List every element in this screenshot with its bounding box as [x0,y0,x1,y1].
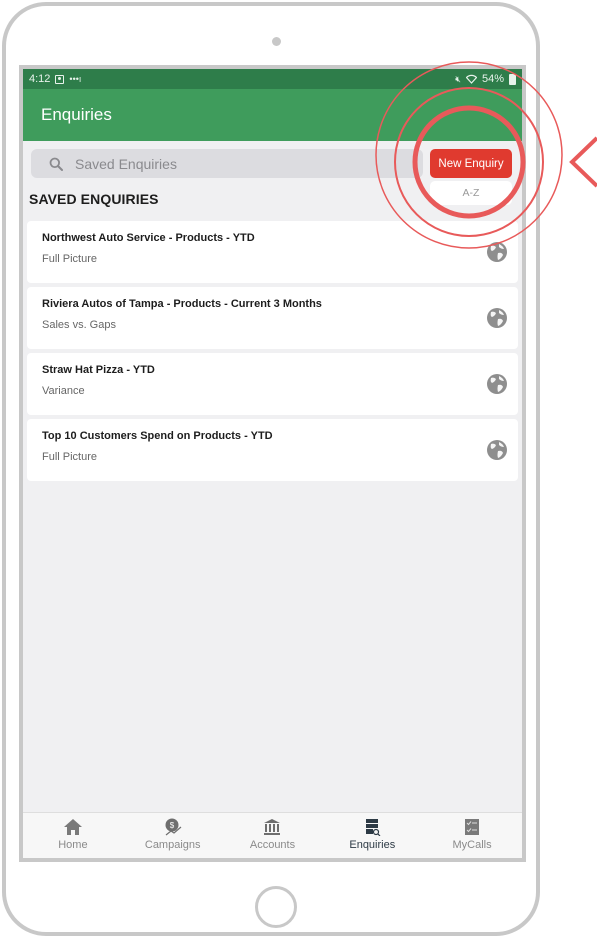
enquiries-icon [366,819,381,836]
notification-icon [55,74,65,84]
camera-dot [272,37,281,46]
item-subtitle: Variance [42,385,85,397]
tab-enquiries[interactable]: Enquiries [322,813,422,858]
item-subtitle: Full Picture [42,253,98,265]
item-title: Northwest Auto Service - Products - YTD [42,232,255,244]
list-item[interactable]: Top 10 Customers Spend on Products - YTD… [27,419,518,481]
item-title: Top 10 Customers Spend on Products - YTD [42,430,273,442]
battery-icon [509,73,516,85]
app-header: Enquiries [23,89,522,141]
section-title: SAVED ENQUIRIES [29,191,159,207]
tab-home[interactable]: Home [23,813,123,858]
tab-campaigns[interactable]: $ Campaigns [123,813,223,858]
checklist-icon [465,819,480,835]
globe-icon[interactable] [486,307,508,329]
svg-text:$: $ [169,821,174,830]
globe-icon[interactable] [486,439,508,461]
globe-icon[interactable] [486,373,508,395]
tab-label: Home [58,839,88,851]
signal-icon: •••ı [69,74,82,84]
campaigns-icon: $ [165,818,182,836]
status-bar: 4:12 •••ı 🔇︎ 54% [23,69,522,89]
wifi-icon [465,74,477,84]
tab-label: Accounts [249,839,296,851]
bottom-tab-bar: Home $ Campaigns Accounts Enquiries MyCa… [23,812,522,858]
app-screen: 4:12 •••ı 🔇︎ 54% Enquiries New Enquiry A… [19,65,526,862]
item-subtitle: Full Picture [42,451,98,463]
new-enquiry-button[interactable]: New Enquiry [430,149,512,178]
item-title: Straw Hat Pizza - YTD [42,364,155,376]
mute-icon: 🔇︎ [455,73,461,84]
item-title: Riviera Autos of Tampa - Products - Curr… [42,298,322,310]
tab-accounts[interactable]: Accounts [223,813,323,858]
tab-mycalls[interactable]: MyCalls [422,813,522,858]
list-item[interactable]: Straw Hat Pizza - YTD Variance [27,353,518,415]
pointer-arrow-icon [569,136,597,188]
home-hardware-button[interactable] [255,886,297,928]
bank-icon [264,819,281,835]
page-title: Enquiries [41,105,112,124]
item-subtitle: Sales vs. Gaps [42,319,116,331]
search-field[interactable] [31,149,423,178]
battery-percent: 54% [481,73,504,85]
sort-az-button[interactable]: A-Z [430,181,512,205]
tab-label: Campaigns [144,839,201,851]
search-input[interactable] [75,155,395,172]
globe-icon[interactable] [486,241,508,263]
list-item[interactable]: Riviera Autos of Tampa - Products - Curr… [27,287,518,349]
tab-label: MyCalls [452,839,492,851]
tab-label: Enquiries [349,839,396,851]
search-icon [49,157,63,171]
list-item[interactable]: Northwest Auto Service - Products - YTD … [27,221,518,283]
status-time: 4:12 [29,73,51,85]
home-icon [63,819,82,835]
